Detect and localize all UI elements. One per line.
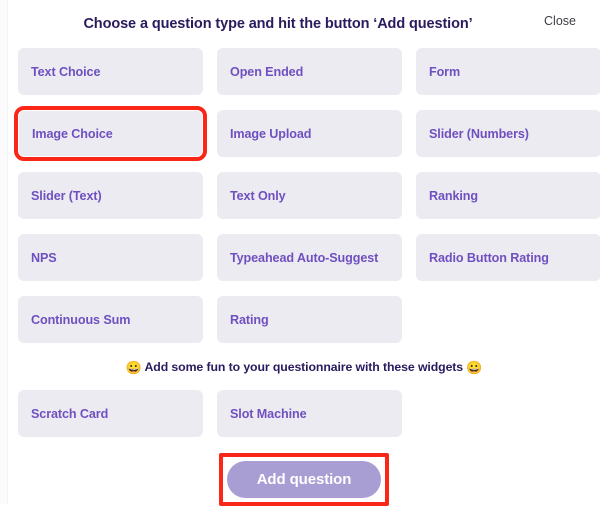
widget-type-card-label: Slot Machine xyxy=(230,406,307,421)
question-type-card[interactable]: Open Ended xyxy=(217,48,402,95)
question-type-card[interactable]: Ranking xyxy=(416,172,600,219)
add-question-highlight-box: Add question xyxy=(218,453,390,506)
question-type-card[interactable]: Text Only xyxy=(217,172,402,219)
question-type-card-label: Image Upload xyxy=(230,126,312,141)
question-type-card[interactable]: Image Upload xyxy=(217,110,402,157)
question-type-card-label: Slider (Text) xyxy=(31,188,102,203)
question-type-card-label: Text Only xyxy=(230,188,286,203)
question-type-card-label: NPS xyxy=(31,250,57,265)
question-type-card-label: Image Choice xyxy=(32,126,113,141)
question-type-card-label: Form xyxy=(429,64,461,79)
question-type-card[interactable]: Slider (Text) xyxy=(18,172,203,219)
widget-type-card-label: Scratch Card xyxy=(31,406,109,421)
question-type-card-label: Text Choice xyxy=(31,64,101,79)
page-title: Choose a question type and hit the butto… xyxy=(83,16,473,32)
grinning-face-icon-right: 😀 xyxy=(466,360,483,375)
question-type-card-label: Open Ended xyxy=(230,64,304,79)
add-question-button[interactable]: Add question xyxy=(226,461,382,498)
question-type-grid: Text Choice Open Ended Form Image Choice Ima… xyxy=(8,48,600,343)
question-type-card[interactable]: Radio Button Rating xyxy=(416,234,600,281)
widget-type-card[interactable]: Scratch Card xyxy=(18,390,203,437)
modal-header: Choose a question type and hit the butto… xyxy=(8,0,600,48)
widgets-note-text: Add some fun to your questionnaire with … xyxy=(144,360,464,374)
question-type-card-label: Ranking xyxy=(429,188,478,203)
grinning-face-icon-left: 😀 xyxy=(125,360,142,375)
question-type-card-label: Radio Button Rating xyxy=(429,250,549,265)
widget-type-card[interactable]: Slot Machine xyxy=(217,390,402,437)
close-button[interactable]: Close xyxy=(544,14,576,28)
question-type-card[interactable]: Typeahead Auto-Suggest xyxy=(217,234,402,281)
modal-footer: Add question xyxy=(8,453,600,506)
page-left-gutter xyxy=(0,0,8,504)
add-question-modal: Choose a question type and hit the butto… xyxy=(8,0,600,506)
question-type-card[interactable]: NPS xyxy=(18,234,203,281)
question-type-card-label: Continuous Sum xyxy=(31,312,131,327)
question-type-card-label: Rating xyxy=(230,312,269,327)
question-type-card[interactable]: Text Choice xyxy=(18,48,203,95)
question-type-card[interactable]: Rating xyxy=(217,296,402,343)
question-type-card[interactable]: Slider (Numbers) xyxy=(416,110,600,157)
question-type-card[interactable]: Image Choice xyxy=(14,106,207,161)
question-type-card-label: Slider (Numbers) xyxy=(429,126,529,141)
question-type-card[interactable]: Continuous Sum xyxy=(18,296,203,343)
question-type-card-label: Typeahead Auto-Suggest xyxy=(230,250,379,265)
question-type-card[interactable]: Form xyxy=(416,48,600,95)
widget-type-grid: Scratch Card Slot Machine xyxy=(8,390,600,437)
widgets-section-note: 😀 Add some fun to your questionnaire wit… xyxy=(8,360,600,376)
